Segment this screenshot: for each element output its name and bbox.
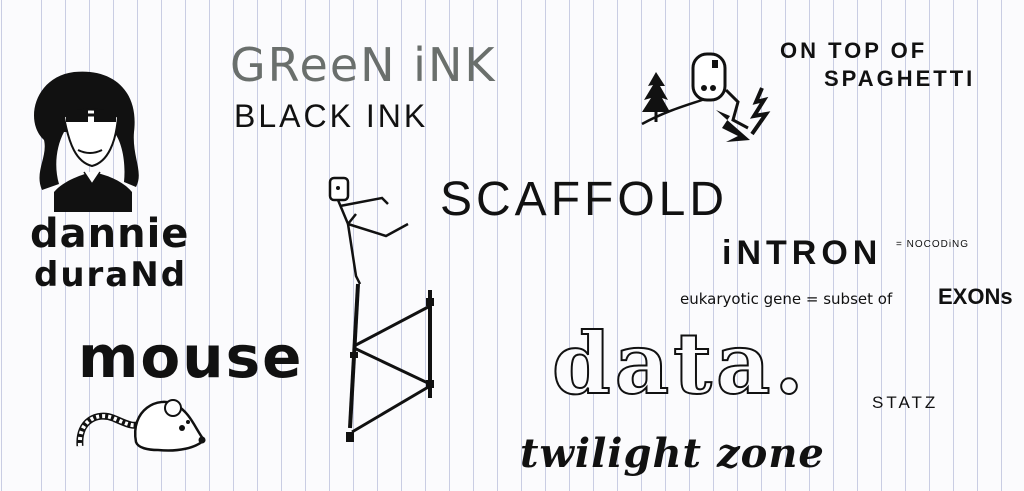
word-data: data. xyxy=(551,314,808,413)
word-black-ink: BLACK INK xyxy=(234,98,429,134)
word-twilight-zone: twilight zone xyxy=(520,430,825,477)
word-green-ink: GReeN iNK xyxy=(230,38,497,92)
name-line-2: duraNd xyxy=(34,255,188,295)
word-statz: STATZ xyxy=(872,393,939,412)
mouse-sketch xyxy=(76,399,206,452)
word-nocoding: = NOCODiNG xyxy=(896,239,970,250)
name-line-1: dannie xyxy=(30,211,190,257)
word-eukaryotic: eukaryotic gene = subset of xyxy=(680,290,893,308)
word-exons: EXONs xyxy=(938,284,1013,309)
portrait-sketch xyxy=(34,71,139,212)
notebook-page: dannie duraNd mouse GReeN iNK BLACK INK … xyxy=(0,0,1024,491)
scaffold-sketch xyxy=(328,176,434,442)
word-scaffold: SCAFFOLD xyxy=(440,173,729,226)
robot-tree-sketch xyxy=(641,52,771,142)
word-intron: iNTRON xyxy=(722,234,883,272)
word-spaghetti: SPAGHETTI xyxy=(824,66,976,91)
word-mouse: mouse xyxy=(78,323,304,391)
word-on-top-of: ON TOP OF xyxy=(780,38,928,63)
